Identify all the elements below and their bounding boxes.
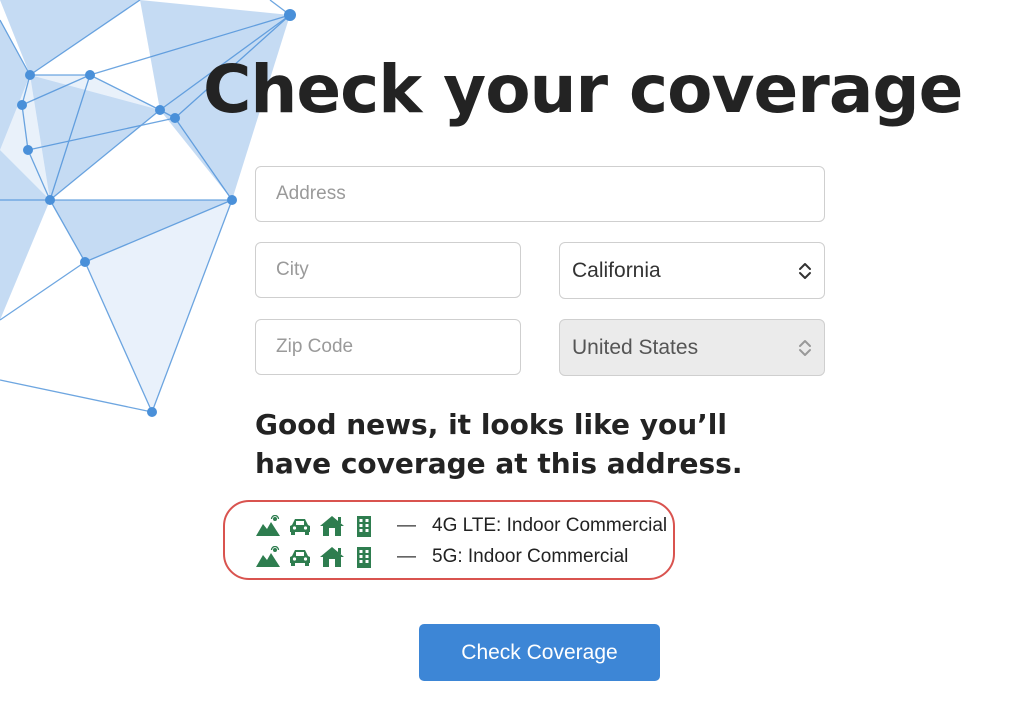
coverage-row-4g-lte: — 4G LTE: Indoor Commercial [255, 513, 667, 539]
check-coverage-button[interactable]: Check Coverage [419, 624, 660, 681]
car-icon [290, 519, 310, 535]
outdoor-signal-icon [256, 546, 280, 567]
car-icon [290, 550, 310, 566]
coverage-row-5g: — 5G: Indoor Commercial [255, 544, 628, 570]
coverage-text: 5G: Indoor Commercial [432, 546, 629, 567]
coverage-text: 4G LTE: Indoor Commercial [432, 515, 668, 536]
chevron-updown-icon [799, 339, 811, 356]
state-select[interactable]: California [559, 242, 825, 299]
country-select-value: United States [572, 335, 699, 359]
chevron-updown-icon [799, 262, 811, 279]
coverage-result-heading: Good news, it looks like you’ll have cov… [255, 408, 743, 480]
country-select[interactable]: United States [559, 319, 825, 376]
outdoor-signal-icon [256, 515, 280, 536]
building-icon [357, 547, 371, 568]
home-icon [320, 547, 344, 567]
address-input[interactable] [255, 166, 825, 222]
city-input[interactable] [255, 242, 521, 298]
coverage-dash: — [397, 546, 416, 567]
coverage-dash: — [397, 515, 416, 536]
zip-code-input[interactable] [255, 319, 521, 375]
page-title: Check your coverage [203, 51, 963, 128]
building-icon [357, 516, 371, 537]
state-select-value: California [572, 258, 661, 282]
home-icon [320, 516, 344, 536]
